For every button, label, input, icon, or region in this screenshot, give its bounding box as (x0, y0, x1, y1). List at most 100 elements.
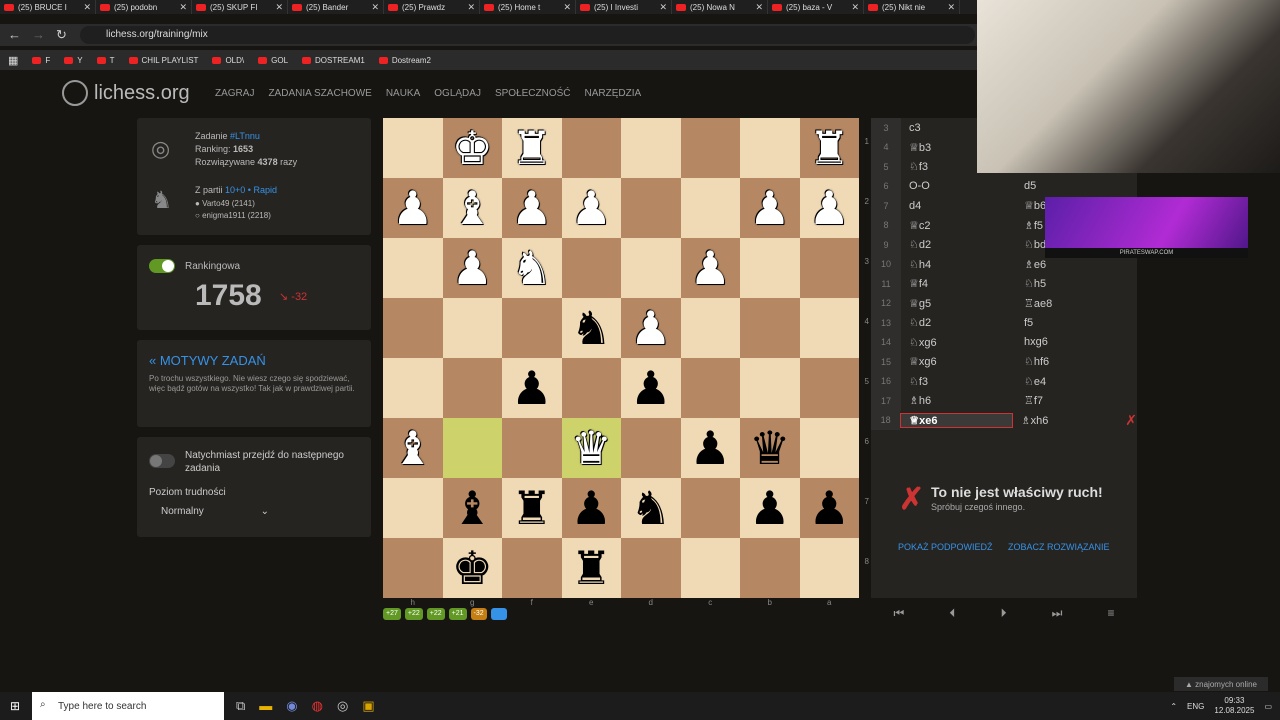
board-square[interactable] (680, 118, 740, 178)
move-black[interactable]: ♖f7 (1016, 394, 1131, 407)
board-square[interactable] (740, 298, 800, 358)
browser-tab[interactable]: (25) baza - V ✕ (768, 0, 864, 14)
move-black[interactable]: d5 (1016, 180, 1131, 192)
move-black[interactable]: ♘e4 (1016, 375, 1131, 388)
board-square[interactable]: ♛ (740, 418, 800, 478)
discord-icon[interactable]: ◉ (286, 698, 297, 714)
board-square[interactable]: ♟ (680, 418, 740, 478)
board-square[interactable] (561, 118, 621, 178)
player-black[interactable]: ○ enigma1911 (2218) (195, 211, 271, 220)
close-icon[interactable]: ✕ (83, 2, 91, 13)
move-black[interactable]: ♘hf6 (1016, 355, 1131, 368)
board-square[interactable]: ♟ (502, 358, 562, 418)
board-square[interactable]: ♟ (740, 178, 800, 238)
chess-piece[interactable]: ♟ (392, 185, 433, 231)
board-square[interactable]: ♝ (442, 478, 502, 538)
board-square[interactable]: ♟ (621, 358, 681, 418)
board-square[interactable] (502, 418, 562, 478)
browser-tab[interactable]: (25) Nikt nie ✕ (864, 0, 960, 14)
view-solution-button[interactable]: ZOBACZ ROZWIĄZANIE (1008, 542, 1110, 552)
history-pill[interactable]: +22 (426, 608, 445, 620)
board-square[interactable]: ♝ (442, 178, 502, 238)
move-black[interactable]: ♗e6 (1016, 258, 1131, 271)
language-indicator[interactable]: ENG (1187, 702, 1204, 711)
board-square[interactable] (561, 358, 621, 418)
notification-icon[interactable]: ▭ (1264, 702, 1272, 711)
board-square[interactable]: ♜ (561, 538, 621, 598)
nav-item[interactable]: NAUKA (386, 88, 420, 99)
board-square[interactable]: ♞ (561, 298, 621, 358)
board-square[interactable] (740, 538, 800, 598)
chess-piece[interactable]: ♝ (392, 425, 433, 471)
move-white[interactable]: ♕g5 (901, 297, 1016, 310)
close-icon[interactable]: ✕ (467, 2, 475, 13)
close-icon[interactable]: ✕ (659, 2, 667, 13)
board-square[interactable]: ♛ (561, 418, 621, 478)
nav-item[interactable]: SPOŁECZNOŚĆ (495, 88, 571, 99)
prev-move-icon[interactable]: ⏴ (949, 606, 955, 621)
board-square[interactable] (680, 478, 740, 538)
friends-online[interactable]: ▲ znajomych online (1174, 677, 1268, 691)
board-square[interactable]: ♜ 1 (799, 118, 869, 178)
browser-tab[interactable]: (25) SKUP FI ✕ (192, 0, 288, 14)
chess-piece[interactable]: ♛ (749, 425, 790, 471)
app-icon[interactable]: ▣ (362, 698, 374, 714)
browser-tab[interactable]: (25) Home t ✕ (480, 0, 576, 14)
board-square[interactable]: ♞ (621, 478, 681, 538)
board-square[interactable] (740, 238, 800, 298)
board-square[interactable] (621, 538, 681, 598)
move-white[interactable]: ♗h6 (901, 394, 1016, 407)
chess-piece[interactable]: ♞ (571, 305, 612, 351)
board-square[interactable] (383, 238, 443, 298)
chess-piece[interactable]: ♞ (511, 245, 552, 291)
board-square[interactable]: ♜ (502, 478, 562, 538)
next-move-icon[interactable]: ⏵ (1000, 606, 1006, 621)
move-black[interactable]: ♗xh6 (1013, 414, 1125, 427)
chess-piece[interactable]: ♟ (690, 245, 731, 291)
board-square[interactable] (621, 178, 681, 238)
board-square[interactable] (680, 358, 740, 418)
board-square[interactable]: ♟ (740, 478, 800, 538)
board-square[interactable] (383, 358, 443, 418)
chess-piece[interactable]: ♟ (511, 185, 552, 231)
chess-piece[interactable]: ♚ (452, 545, 493, 591)
bookmark-item[interactable]: Dostream2 (378, 56, 431, 65)
close-icon[interactable]: ✕ (179, 2, 187, 13)
forward-icon[interactable]: → (32, 27, 45, 42)
chess-piece[interactable]: ♟ (571, 185, 612, 231)
nav-item[interactable]: ZAGRAJ (215, 88, 254, 99)
tray-chevron-icon[interactable]: ⌃ (1170, 702, 1177, 711)
board-square[interactable]: 3 (799, 238, 869, 298)
board-square[interactable] (383, 478, 443, 538)
first-move-icon[interactable]: ⏮ (894, 606, 905, 621)
move-white[interactable]: ♕xe6 (900, 412, 1013, 428)
file-explorer-icon[interactable]: ▬ (259, 698, 272, 714)
windows-start-icon[interactable]: ⊞ (10, 699, 20, 713)
board-square[interactable] (383, 538, 443, 598)
obs-icon[interactable]: ◎ (337, 698, 348, 714)
chess-piece[interactable]: ♟ (690, 425, 731, 471)
difficulty-select[interactable]: Normalny ⌄ (155, 502, 275, 520)
apps-icon[interactable]: ▦ (8, 54, 18, 67)
board-square[interactable] (442, 358, 502, 418)
chessboard[interactable]: ♚ ♜ ♜ 1 ♟ ♝ ♟ ♟ ♟ ♟ 2 ♟ ♞ ♟ 3 ♞ ♟ 4 ♟ ♟ 5 ♝ ♛ ♟ ♛ 6 ♝ ♜ ♟ ♞ ♟ ♟ 7 ♚ ♜ 8 (383, 118, 869, 598)
board-square[interactable]: ♟ (621, 298, 681, 358)
move-white[interactable]: ♘xg6 (901, 336, 1016, 349)
url-input[interactable]: lichess.org/training/mix (80, 26, 975, 44)
board-square[interactable]: 6 (799, 418, 869, 478)
board-square[interactable]: 8 (799, 538, 869, 598)
chess-piece[interactable]: ♞ (630, 485, 671, 531)
board-square[interactable] (383, 298, 443, 358)
chess-piece[interactable]: ♟ (749, 485, 790, 531)
chess-piece[interactable]: ♜ (511, 125, 552, 171)
chess-piece[interactable]: ♜ (809, 125, 850, 171)
chess-piece[interactable]: ♟ (749, 185, 790, 231)
board-square[interactable]: ♟ (442, 238, 502, 298)
chess-piece[interactable]: ♛ (571, 425, 612, 471)
move-white[interactable]: ♕c2 (901, 219, 1016, 232)
board-square[interactable] (621, 238, 681, 298)
history-pill[interactable]: +22 (404, 608, 423, 620)
taskbar-search[interactable]: ⌕ Type here to search (32, 692, 224, 720)
chess-piece[interactable]: ♟ (809, 485, 850, 531)
board-square[interactable]: ♜ (502, 118, 562, 178)
